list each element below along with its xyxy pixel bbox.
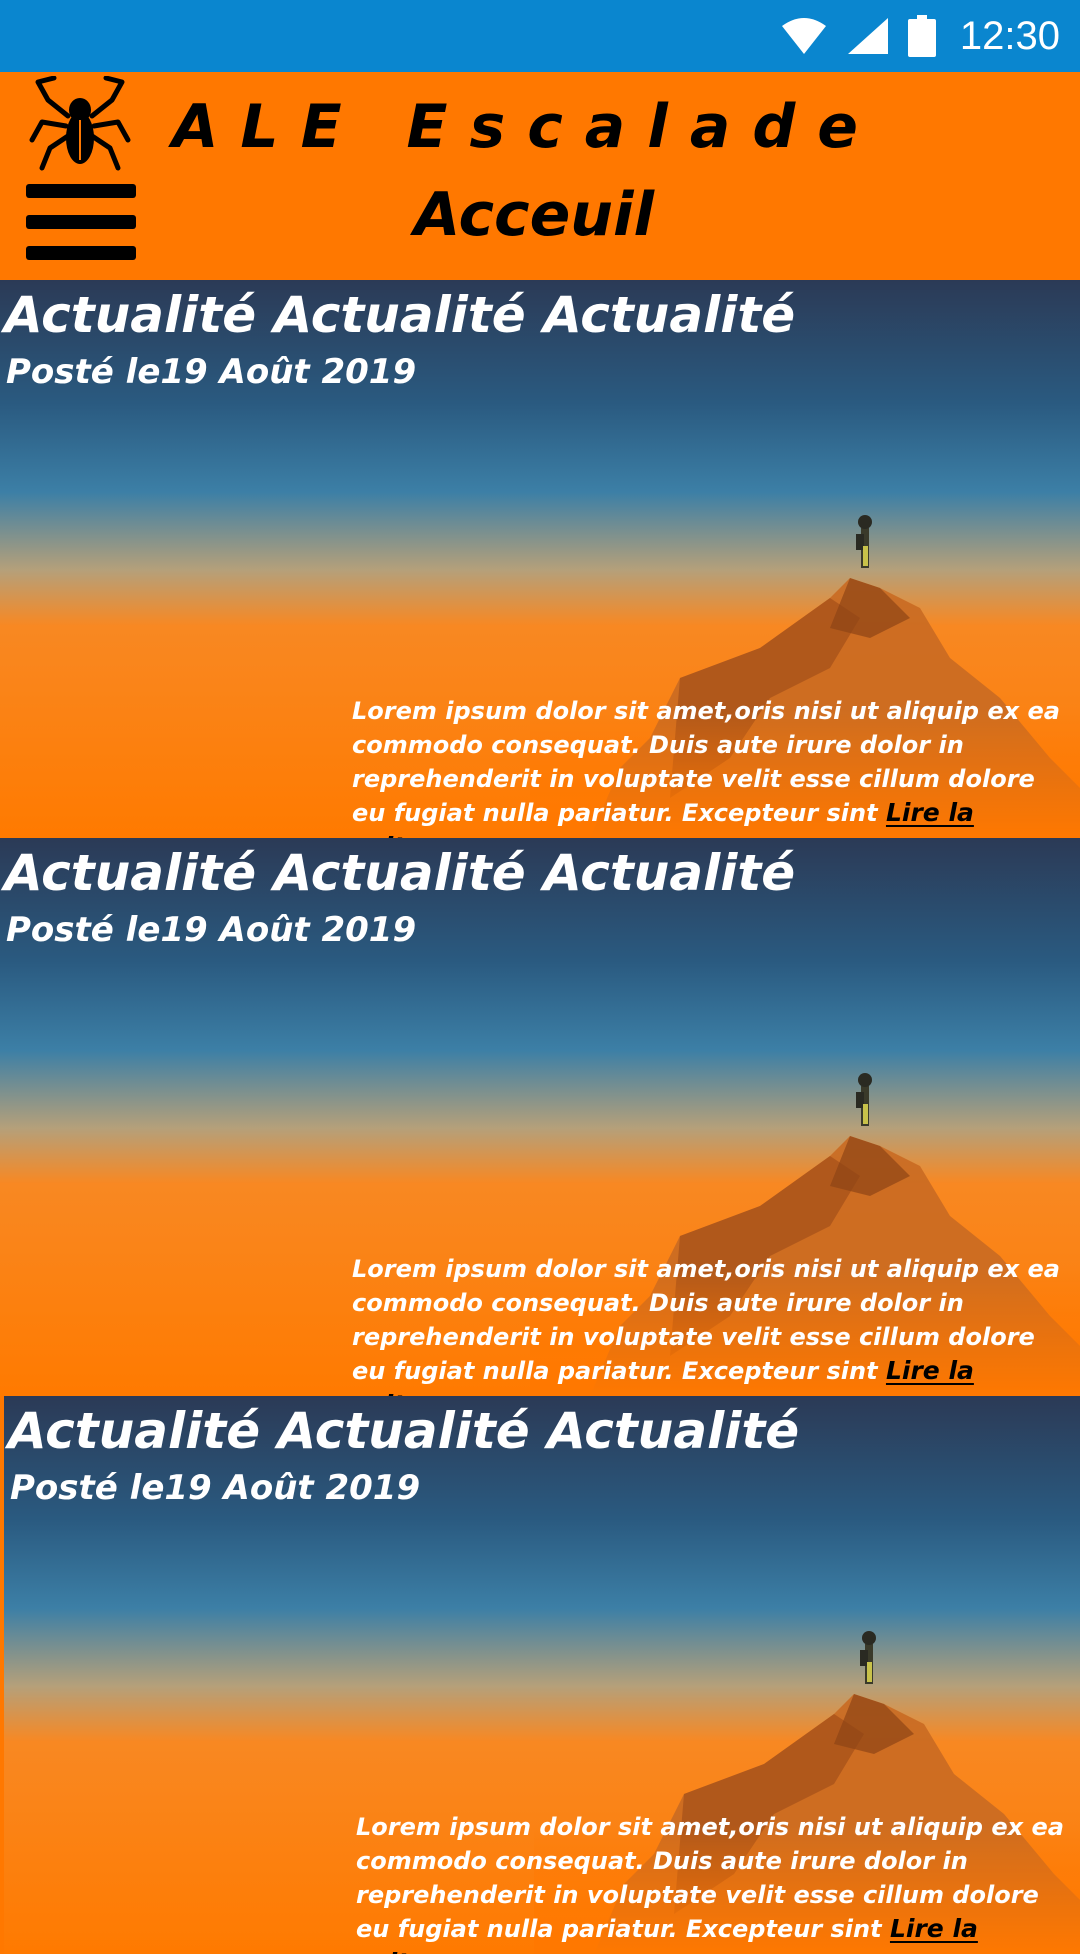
wifi-icon xyxy=(781,18,826,54)
article-date: Posté le19 Août 2019 xyxy=(6,352,417,392)
article-excerpt-text: Lorem ipsum dolor sit amet,oris nisi ut … xyxy=(352,697,1060,827)
article-excerpt: Lorem ipsum dolor sit amet,oris nisi ut … xyxy=(352,694,1064,838)
climber-on-rock-image xyxy=(534,1631,1080,1954)
climber-on-rock-image xyxy=(530,1073,1080,1396)
article-excerpt: Lorem ipsum dolor sit amet,oris nisi ut … xyxy=(356,1810,1068,1954)
article-excerpt-text: Lorem ipsum dolor sit amet,oris nisi ut … xyxy=(352,1255,1060,1385)
signal-icon xyxy=(847,18,888,54)
climber-on-rock-image xyxy=(530,515,1080,838)
app-header: ALE Escalade Acceuil xyxy=(0,72,1080,280)
article-date: Posté le19 Août 2019 xyxy=(10,1468,421,1508)
article-title: Actualité Actualité Actualité xyxy=(8,1402,800,1460)
status-time: 12:30 xyxy=(959,13,1060,58)
read-more-link[interactable]: Lire la suite... xyxy=(352,798,974,838)
article-card[interactable]: Actualité Actualité Actualité Posté le19… xyxy=(0,838,1080,1396)
read-more-link[interactable]: Lire la suite... xyxy=(356,1914,978,1954)
page-title: Acceuil xyxy=(413,180,655,250)
app-title: ALE Escalade xyxy=(172,92,880,162)
article-card[interactable]: Actualité Actualité Actualité Posté le19… xyxy=(4,1396,1080,1954)
article-excerpt: Lorem ipsum dolor sit amet,oris nisi ut … xyxy=(352,1252,1064,1396)
spider-logo-icon xyxy=(29,76,131,171)
article-title: Actualité Actualité Actualité xyxy=(4,844,796,902)
article-date: Posté le19 Août 2019 xyxy=(6,910,417,950)
article-card[interactable]: Actualité Actualité Actualité Posté le19… xyxy=(0,280,1080,838)
status-icons: 12:30 xyxy=(780,0,1060,72)
read-more-link[interactable]: Lire la suite... xyxy=(352,1356,974,1396)
article-excerpt-text: Lorem ipsum dolor sit amet,oris nisi ut … xyxy=(356,1813,1064,1943)
battery-icon xyxy=(907,15,936,57)
article-title: Actualité Actualité Actualité xyxy=(4,286,796,344)
status-bar: 12:30 xyxy=(0,0,1080,72)
